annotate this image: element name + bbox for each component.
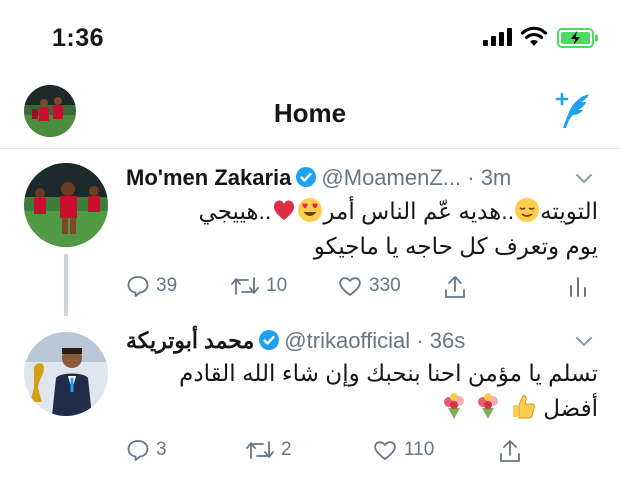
reply-button[interactable]: 3 — [126, 438, 167, 462]
bouquet-emoji-icon — [444, 393, 465, 419]
battery-charging-icon — [557, 28, 598, 48]
reply-icon — [127, 440, 149, 461]
share-icon — [500, 440, 520, 462]
tweet-text-segment: التويته — [540, 198, 598, 224]
analytics-icon — [570, 277, 586, 297]
heart-icon — [374, 441, 396, 460]
analytics-button[interactable] — [568, 274, 594, 298]
retweet-count: 2 — [281, 439, 292, 460]
author-name[interactable]: محمد أبوتريكة — [126, 328, 254, 353]
tweet-text-segment: ..هديه عّم الناس أمر — [323, 198, 515, 224]
tweet-text: التويته ..هديه عّم الناس أمر ..هييجي يوم و… — [128, 194, 598, 264]
reply-count: 3 — [156, 439, 167, 460]
retweet-count: 10 — [266, 275, 288, 296]
author-handle[interactable]: @MoamenZ... — [321, 165, 461, 190]
reply-icon — [127, 276, 149, 297]
separator-dot: · — [467, 165, 475, 190]
share-icon — [445, 276, 465, 298]
share-button[interactable] — [443, 274, 473, 300]
status-bar: 1:36 — [0, 0, 620, 72]
tweet-actions: 39 10 330 — [0, 274, 620, 304]
bouquet-emoji-icon — [478, 393, 499, 419]
tweet-text-line: تسلم يا مؤمن احنا بنحبك وإن شاء الله الق… — [179, 360, 598, 386]
author-handle[interactable]: @trikaofficial — [284, 328, 410, 353]
red-heart-emoji-icon — [274, 200, 295, 220]
share-button[interactable] — [498, 438, 528, 464]
tweet-text-line: أفضل — [128, 391, 598, 426]
verified-badge-icon — [259, 330, 280, 350]
author-name[interactable]: Mo'men Zakaria — [126, 165, 291, 190]
like-button[interactable]: 110 — [372, 438, 434, 462]
like-count: 330 — [369, 275, 401, 296]
retweet-icon — [231, 277, 259, 295]
tweet-age: 36s — [429, 328, 466, 353]
like-count: 110 — [404, 439, 435, 460]
thread-connector-line — [64, 254, 68, 316]
author-avatar[interactable] — [24, 163, 108, 247]
home-header: Home — [0, 72, 620, 149]
heart-eyes-emoji-icon — [298, 198, 323, 222]
reply-count: 39 — [156, 275, 178, 296]
tweet[interactable]: Mo'men Zakaria @MoamenZ... · 3m التويته..… — [0, 149, 620, 309]
relieved-face-emoji-icon — [515, 198, 540, 222]
thumbs-up-emoji-icon — [512, 395, 535, 419]
tweet[interactable]: محمد أبوتريكة @trikaofficial · 36s تسلم ي… — [0, 310, 620, 479]
separator-dot: · — [416, 328, 424, 353]
page-title: Home — [273, 98, 347, 128]
author-avatar[interactable] — [24, 332, 108, 416]
cellular-signal-icon — [483, 28, 512, 46]
tweet-text-line: التويته ..هديه عّم الناس أمر ..هييجي — [128, 194, 598, 229]
tweet-text-segment: أفضل — [543, 395, 598, 421]
tweet-text-segment: ..هييجي — [198, 198, 272, 224]
retweet-button[interactable]: 2 — [245, 438, 292, 462]
tweet-header: محمد أبوتريكة @trikaofficial · 36s — [126, 328, 465, 354]
tweet-age: 3m — [480, 165, 512, 190]
tweet-text-line: يوم وتعرف كل حاجه يا ماجيكو — [313, 233, 598, 259]
like-button[interactable]: 330 — [337, 274, 401, 298]
chevron-down-icon[interactable] — [575, 173, 593, 185]
status-time: 1:36 — [52, 24, 105, 52]
chevron-down-icon[interactable] — [575, 336, 593, 348]
compose-tweet-icon[interactable] — [553, 90, 593, 130]
wifi-icon — [520, 26, 548, 46]
tweet-text: تسلم يا مؤمن احنا بنحبك وإن شاء الله الق… — [128, 356, 598, 426]
retweet-icon — [246, 441, 274, 459]
reply-button[interactable]: 39 — [126, 274, 177, 298]
retweet-button[interactable]: 10 — [230, 274, 287, 298]
tweet-actions: 3 2 110 — [0, 438, 620, 468]
heart-icon — [339, 277, 361, 296]
verified-badge-icon — [296, 167, 317, 187]
tweet-header: Mo'men Zakaria @MoamenZ... · 3m — [126, 165, 511, 191]
